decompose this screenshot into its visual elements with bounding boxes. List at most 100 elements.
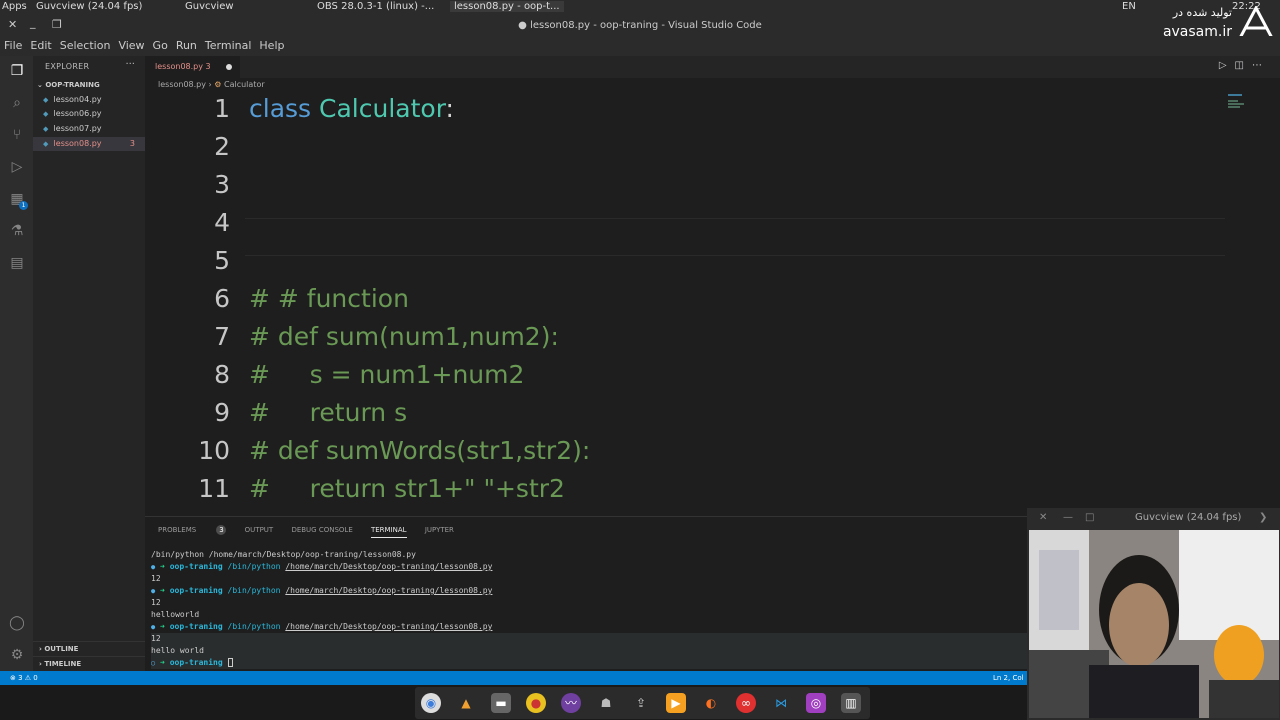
webcam-titlebar: ✕ — □ Guvcview (24.04 fps) ❯ [1027, 510, 1280, 526]
files-icon[interactable]: ▬ [491, 693, 511, 713]
file-item-lesson08[interactable]: ◆ lesson08.py 3 [33, 137, 145, 151]
line-number: 1 [214, 94, 230, 123]
path-link[interactable]: /home/march/Desktop/oop-traning/lesson08… [285, 562, 492, 571]
settings-gear-icon[interactable]: ⚙ [8, 646, 26, 664]
menu-file[interactable]: File [0, 36, 26, 55]
tab-problems[interactable]: PROBLEMS 3 [158, 525, 227, 535]
file-name: lesson06.py [53, 109, 102, 118]
path-link[interactable]: /home/march/Desktop/oop-traning/lesson08… [285, 586, 492, 595]
search-icon[interactable]: ⌕ [8, 94, 26, 112]
menu-go[interactable]: Go [149, 36, 172, 55]
maximize-icon[interactable]: □ [1085, 510, 1094, 526]
menu-view[interactable]: View [114, 36, 148, 55]
tab-jupyter[interactable]: JUPYTER [425, 526, 454, 534]
tab-output[interactable]: OUTPUT [245, 526, 274, 534]
minimap[interactable] [1228, 92, 1268, 292]
android-studio-icon[interactable]: ▲ [456, 693, 476, 713]
prompt-dir: oop-traning [169, 622, 223, 631]
minimize-icon[interactable]: — [1063, 510, 1073, 526]
tab-label: lesson08.py 3 [155, 62, 211, 71]
comment-text: # # function [249, 284, 409, 313]
line-number: 10 [198, 436, 230, 465]
code-line: 5 [145, 242, 1225, 280]
expand-icon[interactable]: ❯ [1259, 510, 1267, 526]
menu-help[interactable]: Help [255, 36, 288, 55]
problem-count-badge: 3 [129, 139, 135, 148]
taskbar-window-guvcview[interactable]: Guvcview [185, 1, 234, 12]
apps-menu[interactable]: Apps [2, 1, 27, 12]
python-file-icon: ◆ [43, 110, 49, 118]
menu-run[interactable]: Run [172, 36, 201, 55]
more-icon[interactable]: ⋯ [1252, 60, 1270, 71]
split-editor-icon[interactable]: ◫ [1235, 60, 1252, 71]
webcam-window[interactable]: ✕ — □ Guvcview (24.04 fps) ❯ [1027, 508, 1280, 720]
path-link[interactable]: /home/march/Desktop/oop-traning/lesson08… [285, 622, 492, 631]
cat-app-icon[interactable]: ☗ [596, 693, 616, 713]
menu-selection[interactable]: Selection [56, 36, 115, 55]
testing-icon[interactable]: ⚗ [8, 222, 26, 240]
class-symbol-icon: ⚙ [214, 80, 222, 89]
python-file-icon: ◆ [43, 140, 49, 148]
breadcrumb-file[interactable]: lesson08.py [158, 80, 206, 89]
chrome-icon[interactable]: ◉ [421, 693, 441, 713]
file-item-lesson04[interactable]: ◆ lesson04.py [33, 93, 145, 107]
problems-status[interactable]: ⊗ 3 ⚠ 0 [10, 671, 38, 685]
explorer-sidebar: EXPLORER ··· ⌄ OOP-TRANING ◆ lesson04.py… [33, 56, 145, 671]
colon: : [445, 94, 454, 123]
account-icon[interactable]: ◯ [8, 614, 26, 632]
unsaved-dot-icon[interactable] [226, 64, 232, 70]
folder-oop-traning[interactable]: ⌄ OOP-TRANING [37, 81, 100, 89]
menu-terminal[interactable]: Terminal [201, 36, 256, 55]
line-number: 6 [214, 284, 230, 313]
menu-edit[interactable]: Edit [26, 36, 55, 55]
line-number: 9 [214, 398, 230, 427]
webcam-feed [1029, 530, 1279, 718]
slides-icon[interactable]: ▶ [666, 693, 686, 713]
upload-app-icon[interactable]: ⇪ [631, 693, 651, 713]
run-debug-icon[interactable]: ▷ [8, 158, 26, 176]
circle-icon: ● [151, 587, 156, 595]
file-item-lesson07[interactable]: ◆ lesson07.py [33, 122, 145, 136]
taskbar-window-obs[interactable]: OBS 28.0.3-1 (linux) -... [317, 1, 434, 12]
terminal-line: 12 [151, 633, 1031, 645]
timeline-section[interactable]: › TIMELINE [33, 656, 145, 670]
terminal-line: helloworld [151, 610, 200, 619]
more-actions-icon[interactable]: ··· [125, 59, 135, 70]
close-icon[interactable]: ✕ [1039, 510, 1047, 526]
line-number: 7 [214, 322, 230, 351]
outline-section[interactable]: › OUTLINE [33, 641, 145, 655]
keyboard-lang[interactable]: EN [1122, 1, 1136, 12]
remote-explorer-icon[interactable]: ▤ [8, 254, 26, 272]
tab-terminal[interactable]: TERMINAL [370, 526, 407, 538]
taskbar-window-vscode[interactable]: lesson08.py - oop-t... [450, 1, 564, 12]
explorer-icon[interactable]: ❐ [8, 62, 26, 80]
file-item-lesson06[interactable]: ◆ lesson06.py [33, 107, 145, 121]
code-editor[interactable]: 1 class Calculator: 2 3 4 5 6 # # function… [145, 90, 1225, 515]
vscode-icon[interactable]: ⋈ [771, 693, 791, 713]
cursor-position[interactable]: Ln 2, Col [993, 671, 1024, 685]
explorer-header: EXPLORER [45, 62, 90, 71]
code-line: 9 # return s [145, 394, 1225, 432]
media-icon[interactable]: ● [526, 693, 546, 713]
terminal-line: 12 [151, 574, 161, 583]
mustache-app-icon[interactable]: 〰 [561, 693, 581, 713]
code-line: 11 # return str1+" "+str2 [145, 470, 1225, 508]
circle-icon: ● [151, 563, 156, 571]
code-line: 8 # s = num1+num2 [145, 356, 1225, 394]
breadcrumb-symbol[interactable]: Calculator [224, 80, 265, 89]
source-control-icon[interactable]: ⑂ [8, 126, 26, 144]
editor-tabs: lesson08.py 3 ▷◫⋯ [145, 56, 1280, 78]
run-icon[interactable]: ▷ [1219, 60, 1235, 71]
python-file-icon: ◆ [43, 125, 49, 133]
camera-app-icon[interactable]: ◎ [806, 693, 826, 713]
tab-lesson08[interactable]: lesson08.py 3 [145, 56, 240, 78]
firefox-icon[interactable]: ◐ [701, 693, 721, 713]
tab-debug-console[interactable]: DEBUG CONSOLE [291, 526, 352, 534]
extensions-badge: 1 [19, 201, 28, 210]
trash-icon[interactable]: ▥ [841, 693, 861, 713]
os-top-bar: Apps Guvcview (24.04 fps) Guvcview OBS 2… [0, 0, 1280, 16]
taskbar-window-guvcview-fps[interactable]: Guvcview (24.04 fps) [36, 1, 142, 12]
obs-icon[interactable]: ∞ [736, 693, 756, 713]
code-line: 7 # def sum(num1,num2): [145, 318, 1225, 356]
line-number: 4 [214, 208, 230, 237]
